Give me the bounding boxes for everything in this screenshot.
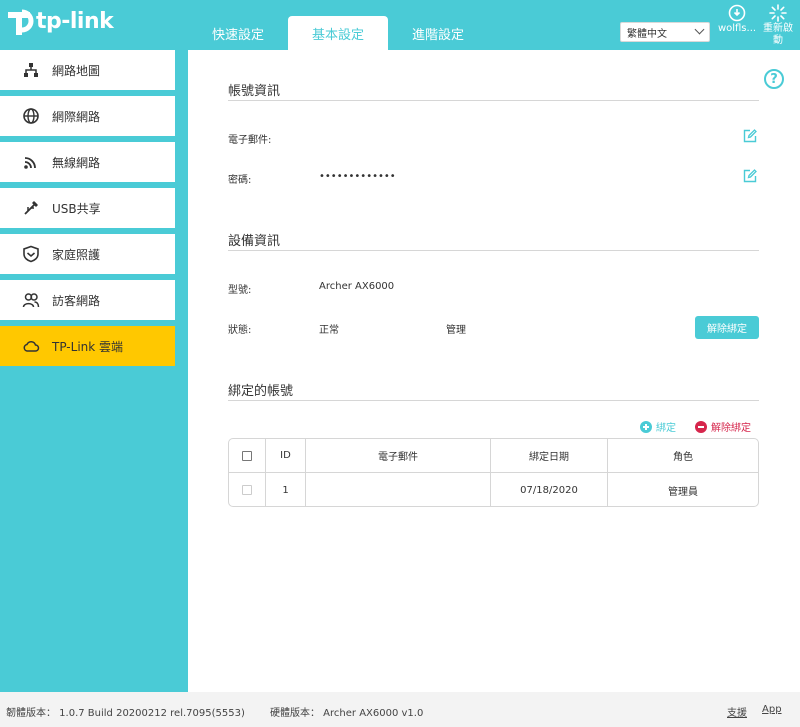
divider [228, 250, 759, 251]
status-role: 管理 [446, 325, 466, 336]
sidebar: 網路地圖 網際網路 無線網路 USB共享 家庭照護 訪客網路 TP-Link 雲… [0, 50, 175, 372]
sidebar-item-label: 家庭照護 [52, 247, 101, 262]
cell-id: 1 [266, 473, 306, 506]
network-map-icon [24, 63, 38, 77]
sidebar-item-label: 網路地圖 [52, 63, 101, 78]
column-header-id: ID [266, 439, 306, 472]
plus-circle-icon [640, 420, 652, 433]
shield-icon [23, 245, 39, 263]
app-link[interactable]: App [762, 704, 782, 715]
usb-icon [24, 201, 38, 215]
reboot-icon [769, 4, 787, 22]
account-section-title: 帳號資訊 [228, 84, 281, 99]
tab-advanced[interactable]: 進階設定 [388, 16, 488, 50]
sidebar-item-guest[interactable]: 訪客網路 [0, 280, 175, 320]
help-icon[interactable]: ? [764, 69, 784, 89]
email-label: 電子郵件: [228, 135, 272, 146]
sidebar-item-internet[interactable]: 網際網路 [0, 96, 175, 136]
cell-email [306, 473, 491, 506]
globe-icon [23, 108, 39, 124]
sidebar-item-network-map[interactable]: 網路地圖 [0, 50, 175, 90]
cloud-icon [23, 340, 40, 352]
row-select-cell [229, 473, 266, 506]
sidebar-item-label: TP-Link 雲端 [52, 339, 124, 354]
unbind-device-button[interactable]: 解除綁定 [695, 316, 759, 339]
firmware-version: 韌體版本： 1.0.7 Build 20200212 rel.7095(5553… [6, 708, 245, 719]
reboot-label: 重新啟動 [763, 23, 793, 46]
edit-password-icon[interactable] [743, 169, 757, 183]
unbind-account-label: 解除綁定 [711, 423, 751, 434]
top-tabs: 快速設定 基本設定 進階設定 [188, 16, 488, 50]
unbind-account-button[interactable]: 解除綁定 [695, 419, 751, 434]
minus-circle-icon [695, 420, 707, 433]
user-cloud-icon [728, 4, 746, 22]
bound-accounts-table: ID 電子郵件 綁定日期 角色 1 07/18/2020 管理員 [228, 438, 759, 507]
user-button[interactable]: wolfls... [716, 4, 758, 35]
bind-account-label: 綁定 [656, 423, 676, 434]
device-section-title: 設備資訊 [228, 234, 281, 249]
sidebar-item-label: 無線網路 [52, 155, 101, 170]
sidebar-item-label: 訪客網路 [52, 293, 101, 308]
language-select[interactable]: 繁體中文 [620, 22, 710, 42]
model-value: Archer AX6000 [319, 281, 395, 292]
sidebar-item-wireless[interactable]: 無線網路 [0, 142, 175, 182]
reboot-button[interactable]: 重新啟動 [760, 4, 796, 47]
sidebar-item-usb[interactable]: USB共享 [0, 188, 175, 228]
bound-section-title: 綁定的帳號 [228, 384, 294, 399]
guest-icon [22, 293, 40, 308]
brand-name: tp-link [36, 8, 114, 34]
password-label: 密碼: [228, 175, 252, 186]
sidebar-item-label: USB共享 [52, 201, 101, 216]
wireless-icon [24, 157, 36, 169]
select-all-checkbox[interactable] [242, 450, 252, 461]
tp-link-logo-icon [8, 9, 34, 35]
column-header-role: 角色 [673, 452, 693, 463]
select-all-cell [229, 439, 266, 472]
sidebar-item-label: 網際網路 [52, 109, 101, 124]
hardware-version: 硬體版本： Archer AX6000 v1.0 [270, 708, 424, 719]
bind-account-button[interactable]: 綁定 [640, 419, 676, 434]
tab-quick-setup[interactable]: 快速設定 [188, 16, 288, 50]
table-row: 1 07/18/2020 管理員 [229, 473, 758, 506]
tp-link-logo: tp-link [4, 4, 114, 38]
sidebar-item-cloud[interactable]: TP-Link 雲端 [0, 326, 175, 366]
row-checkbox[interactable] [242, 485, 252, 495]
chevron-down-icon [694, 24, 705, 35]
main-panel: ? 帳號資訊 電子郵件: 密碼: ••••••••••••• 設備資訊 型號: … [188, 50, 800, 692]
support-link[interactable]: 支援 [727, 704, 747, 719]
column-header-email: 電子郵件 [306, 439, 491, 472]
sidebar-item-homecare[interactable]: 家庭照護 [0, 234, 175, 274]
tab-basic[interactable]: 基本設定 [288, 16, 388, 50]
divider [228, 100, 759, 101]
status-value: 正常 [319, 325, 339, 336]
divider [228, 400, 759, 401]
cell-date: 07/18/2020 [491, 473, 608, 506]
user-label: wolfls... [717, 23, 757, 34]
footer: 韌體版本： 1.0.7 Build 20200212 rel.7095(5553… [0, 692, 800, 727]
table-header-row: ID 電子郵件 綁定日期 角色 [229, 439, 758, 473]
language-value: 繁體中文 [627, 28, 667, 40]
model-label: 型號: [228, 285, 252, 296]
cell-role: 管理員 [668, 486, 698, 498]
password-value: ••••••••••••• [319, 171, 396, 182]
status-label: 狀態: [228, 325, 252, 336]
edit-email-icon[interactable] [743, 129, 757, 143]
column-header-date: 綁定日期 [491, 439, 608, 472]
